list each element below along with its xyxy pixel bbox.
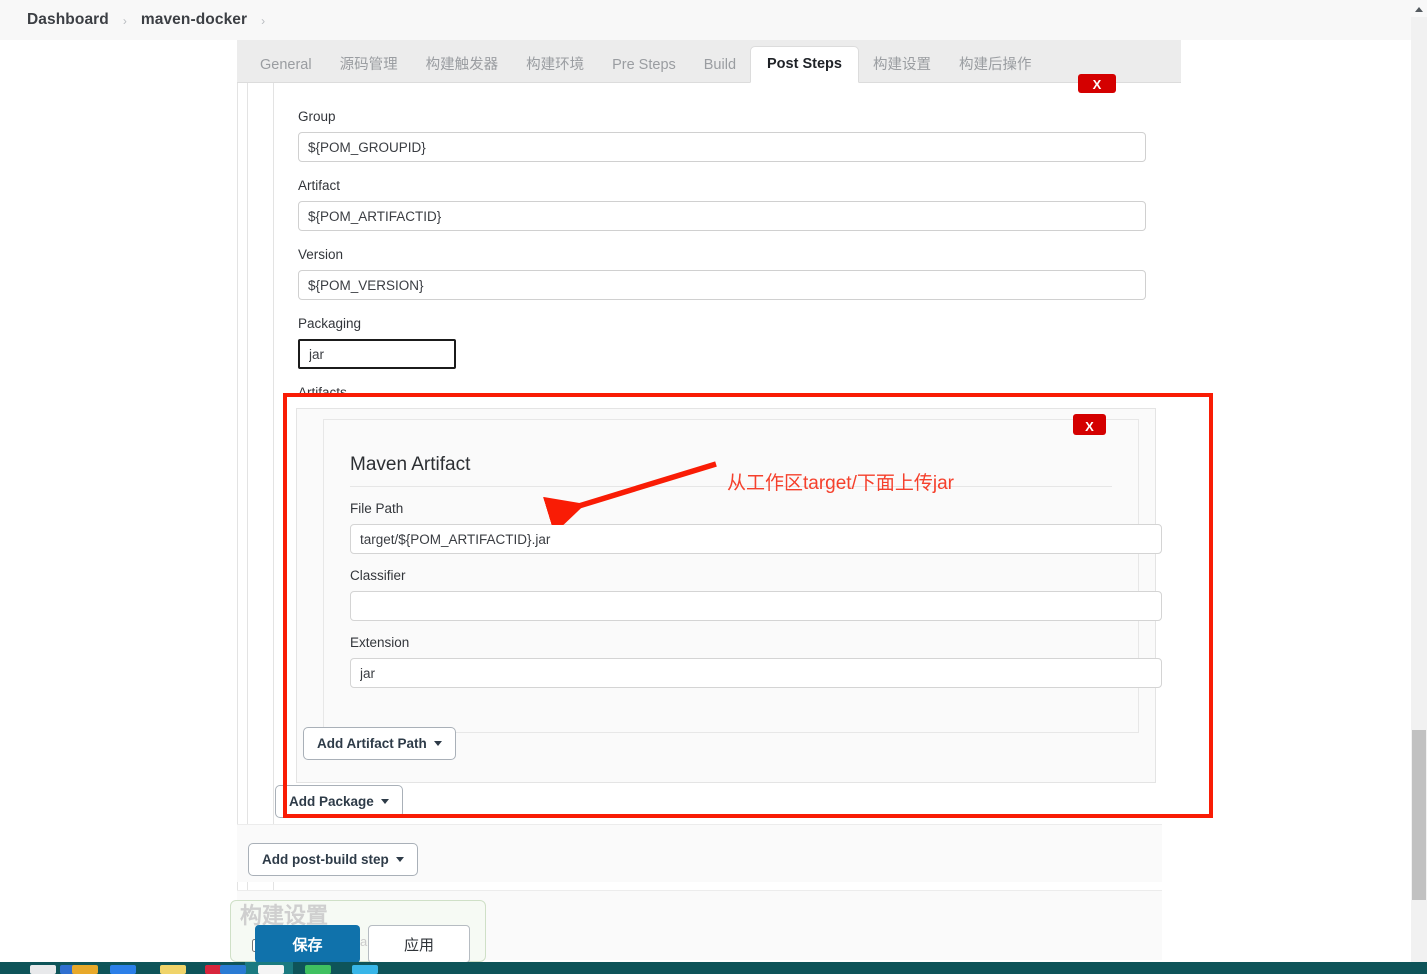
breadcrumb-item-dashboard[interactable]: Dashboard <box>27 11 109 29</box>
page-scrollbar[interactable] <box>1411 0 1427 962</box>
add-artifact-path-button[interactable]: Add Artifact Path <box>303 727 456 760</box>
packaging-label: Packaging <box>298 316 362 331</box>
extension-label: Extension <box>350 635 410 650</box>
tab-build-env[interactable]: 构建环境 <box>512 50 598 83</box>
files-icon[interactable] <box>30 965 56 974</box>
chevron-down-icon <box>380 799 389 804</box>
tab-build-triggers[interactable]: 构建触发器 <box>412 50 513 83</box>
version-input[interactable] <box>298 270 1146 300</box>
artifact-input[interactable] <box>298 201 1146 231</box>
version-label: Version <box>298 247 344 262</box>
warning-icon[interactable] <box>72 965 98 974</box>
add-package-button[interactable]: Add Package <box>275 785 403 818</box>
annotation-note-text: 从工作区target/下面上传jar <box>727 473 954 494</box>
screen-root: Dashboard › maven-docker › General 源码管理 … <box>0 0 1427 974</box>
extension-input[interactable] <box>350 658 1162 688</box>
group-label: Group <box>298 109 336 124</box>
tab-build[interactable]: Build <box>690 50 750 83</box>
wechat-icon[interactable] <box>305 965 331 974</box>
chat-icon[interactable] <box>110 965 136 974</box>
add-artifact-path-label: Add Artifact Path <box>317 736 427 751</box>
qq-icon[interactable] <box>352 965 378 974</box>
chevron-down-icon <box>395 857 404 862</box>
classifier-label: Classifier <box>350 568 406 583</box>
maven-artifact-card: Maven Artifact File Path Classifier Exte… <box>323 419 1162 733</box>
group-input[interactable] <box>298 132 1146 162</box>
edge-icon[interactable] <box>220 965 246 974</box>
tab-source-control[interactable]: 源码管理 <box>326 50 412 83</box>
notes-icon[interactable] <box>160 965 186 974</box>
packaging-input[interactable] <box>298 339 456 369</box>
footer-checkbox-label: a <box>360 934 368 949</box>
breadcrumb-item-maven-docker[interactable]: maven-docker <box>141 11 247 29</box>
add-package-label: Add Package <box>289 794 374 809</box>
add-post-build-step-button[interactable]: Add post-build step <box>248 843 418 876</box>
tab-pre-steps[interactable]: Pre Steps <box>598 50 690 83</box>
tab-post-steps[interactable]: Post Steps <box>750 45 859 83</box>
chevron-right-icon-2: › <box>261 14 266 28</box>
close-artifact-button[interactable]: X <box>1073 414 1106 435</box>
close-package-button[interactable]: X <box>1078 74 1116 93</box>
config-tab-bar: General 源码管理 构建触发器 构建环境 Pre Steps Build … <box>237 40 1181 83</box>
save-button[interactable]: 保存 <box>255 925 360 963</box>
chevron-right-icon: › <box>122 14 127 28</box>
chevron-down-icon <box>433 741 442 746</box>
add-post-build-step-label: Add post-build step <box>262 852 389 867</box>
explorer-icon[interactable] <box>258 965 284 974</box>
scroll-up-arrow-icon[interactable] <box>1411 0 1427 17</box>
artifact-label: Artifact <box>298 178 341 193</box>
classifier-input[interactable] <box>350 591 1162 621</box>
tab-post-build-actions[interactable]: 构建后操作 <box>945 50 1046 83</box>
file-path-input[interactable] <box>350 524 1162 554</box>
breadcrumb: Dashboard › maven-docker › <box>0 0 1411 40</box>
os-taskbar[interactable] <box>0 962 1427 974</box>
file-path-label: File Path <box>350 501 404 516</box>
maven-deployment-fields: Group Artifact Version Packaging Artifac… <box>274 83 1181 408</box>
tab-build-settings[interactable]: 构建设置 <box>859 50 945 83</box>
tab-general[interactable]: General <box>246 50 326 83</box>
scrollbar-thumb[interactable] <box>1412 730 1426 900</box>
apply-button[interactable]: 应用 <box>368 925 470 963</box>
artifacts-label: Artifacts <box>298 385 347 400</box>
